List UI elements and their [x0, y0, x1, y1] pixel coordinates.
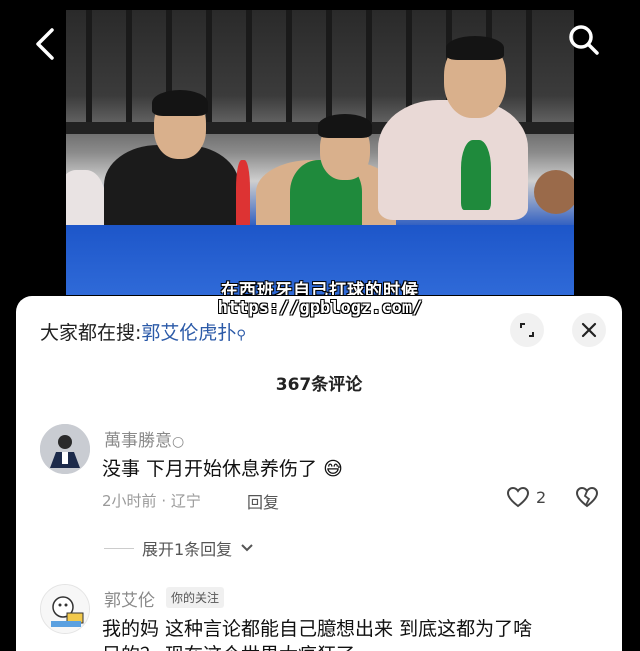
expand-corner-icon: [520, 323, 534, 337]
railing-post: [246, 10, 252, 130]
search-term[interactable]: 郭艾伦虎扑: [141, 322, 236, 344]
chevron-down-icon: [241, 544, 253, 552]
railing-post: [526, 10, 532, 130]
divider-line: [104, 547, 134, 549]
comment-text-line2: 目的？ 现在这个世界太疯狂了: [102, 640, 355, 651]
heart-icon: [506, 486, 530, 508]
comment-count: 367条评论: [275, 375, 363, 395]
player-hair: [152, 90, 208, 116]
comment-text: 没事 下月开始休息养伤了 😅: [102, 454, 343, 481]
small-circle-icon: ○: [172, 434, 185, 450]
comment-author[interactable]: 萬事勝意○: [104, 426, 184, 451]
avatar-image: [40, 424, 90, 474]
railing-post: [366, 10, 372, 130]
comment-author[interactable]: 郭艾伦: [104, 586, 155, 611]
basketball: [534, 170, 574, 214]
video-player[interactable]: 在西班牙自己打球的时候: [0, 0, 640, 300]
like-count: 2: [536, 487, 547, 507]
back-button[interactable]: [30, 26, 62, 62]
back-arrow-icon: [36, 28, 54, 60]
like-button[interactable]: 2: [506, 486, 546, 508]
railing-post: [126, 10, 132, 130]
video-frame[interactable]: 在西班牙自己打球的时候: [66, 10, 574, 295]
sweat-smile-emoji-icon: 😅: [323, 458, 343, 480]
following-tag: 你的关注: [166, 587, 225, 608]
railing-post: [326, 10, 332, 130]
railing-post: [86, 10, 92, 130]
avatar[interactable]: [40, 424, 90, 474]
player-hair: [446, 36, 504, 60]
expand-replies[interactable]: 展开1条回复: [104, 536, 254, 560]
comment-meta: 2小时前 · 辽宁: [102, 492, 201, 510]
comment-body: 没事 下月开始休息养伤了: [102, 458, 318, 480]
reply-button[interactable]: 回复: [247, 489, 279, 513]
search-button[interactable]: [566, 22, 602, 58]
search-suggestion[interactable]: 大家都在搜:郭艾伦虎扑⚲: [40, 318, 246, 345]
broken-heart-icon: [575, 486, 599, 508]
video-subtitle: 在西班牙自己打球的时候: [221, 281, 419, 295]
avatar-image: [41, 585, 89, 633]
comment-text: 我的妈 这种言论都能自己臆想出来 到底这都为了啥: [102, 618, 533, 640]
watermark-url: https://gpblogz.com/: [217, 298, 423, 318]
comment-sheet: 大家都在搜:郭艾伦虎扑⚲ 367条评论 萬事勝意○ 没事 下月开始休息养伤了 😅…: [16, 296, 622, 651]
expand-replies-label[interactable]: 展开1条回复: [142, 536, 232, 560]
player-green-jersey: [461, 140, 491, 210]
seat-red: [236, 160, 250, 230]
screen: 在西班牙自己打球的时候 https://gpblogz.com/ 大家都在搜:郭…: [0, 0, 640, 651]
player-hair: [318, 114, 372, 138]
dislike-button[interactable]: [575, 486, 599, 512]
close-button[interactable]: [572, 313, 606, 347]
railing-post: [286, 10, 292, 130]
comment-time: 2小时前: [102, 492, 157, 510]
search-icon: [569, 25, 599, 55]
search-prefix: 大家都在搜:: [40, 322, 142, 344]
author-name[interactable]: 萬事勝意: [104, 431, 172, 451]
player-towel: [378, 100, 528, 220]
comment-location: 辽宁: [170, 492, 201, 510]
search-small-icon: ⚲: [236, 328, 246, 343]
avatar[interactable]: [40, 584, 90, 634]
expand-button[interactable]: [510, 313, 544, 347]
close-icon: [581, 322, 597, 338]
